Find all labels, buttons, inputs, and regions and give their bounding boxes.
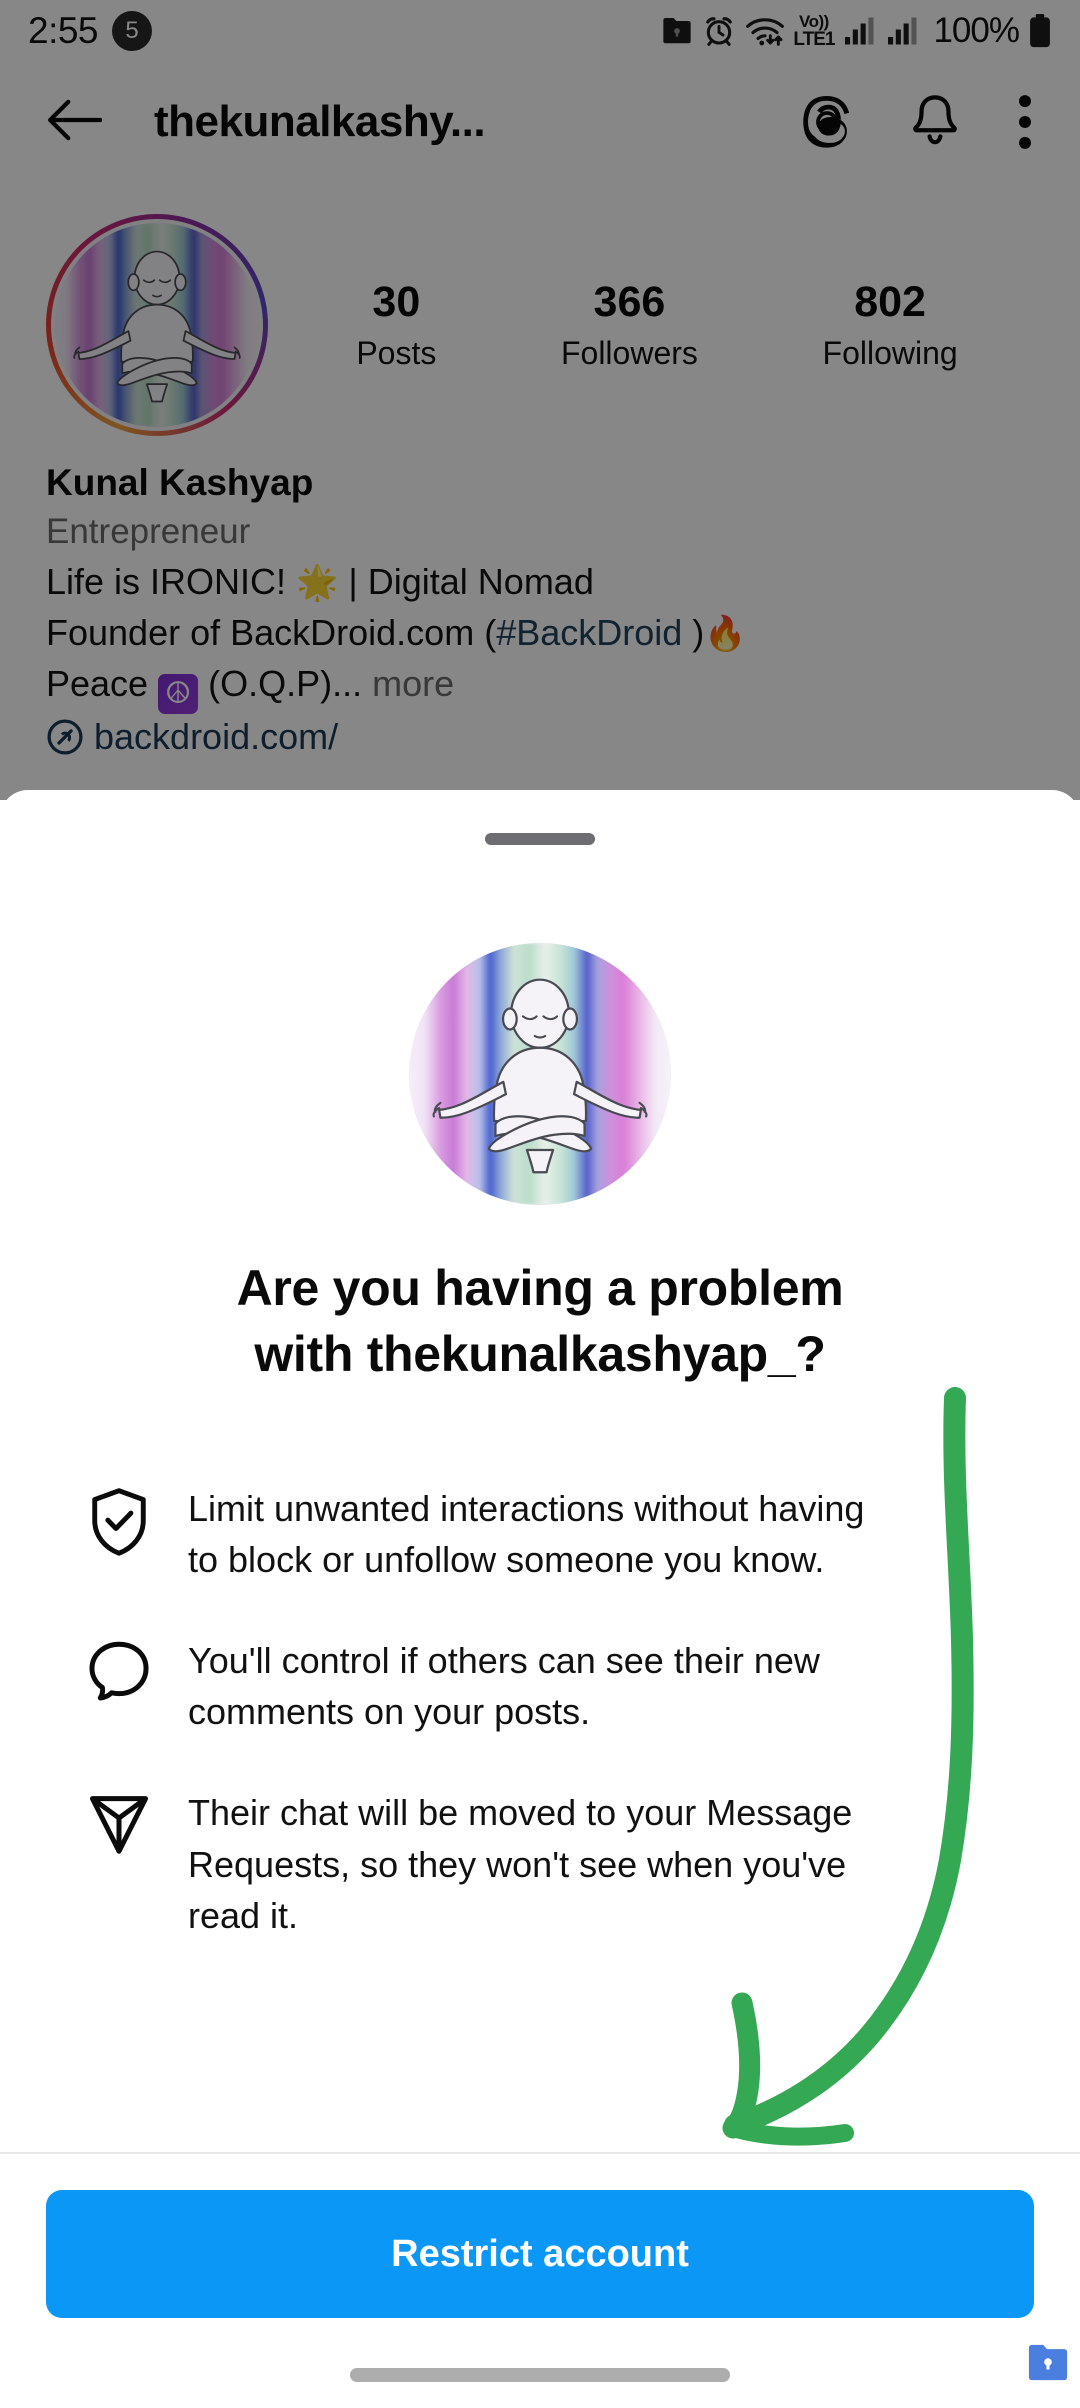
cta-container: Restrict account bbox=[0, 2190, 1080, 2318]
peace-emoji: ☮ bbox=[158, 674, 199, 715]
stat-following[interactable]: 802 Following bbox=[823, 278, 958, 372]
stat-label: Followers bbox=[560, 335, 698, 372]
feature-item-comment-control: You'll control if others can see their n… bbox=[88, 1635, 992, 1737]
back-arrow-icon[interactable] bbox=[46, 96, 103, 149]
comment-bubble-icon bbox=[88, 1635, 162, 1703]
sheet-drag-handle[interactable] bbox=[485, 833, 595, 845]
feature-text-line: comments on your posts. bbox=[188, 1691, 591, 1733]
sheet-title-line-2: with thekunalkashyap_? bbox=[254, 1326, 826, 1382]
wifi-icon bbox=[744, 15, 786, 47]
secure-folder-icon[interactable] bbox=[1024, 2342, 1072, 2389]
alarm-icon bbox=[703, 15, 735, 47]
bio-line-3: Peace ☮ (O.Q.P)... more bbox=[46, 658, 1026, 715]
threads-icon[interactable] bbox=[800, 94, 854, 150]
feature-item-limit-interactions: Limit unwanted interactions without havi… bbox=[88, 1483, 992, 1585]
feature-item-message-requests: Their chat will be moved to your Message… bbox=[88, 1787, 992, 1940]
stat-value: 30 bbox=[372, 277, 421, 326]
external-link-text: backdroid.com/ bbox=[94, 716, 339, 758]
feature-text: You'll control if others can see their n… bbox=[188, 1635, 820, 1737]
profile-avatar-with-story-ring[interactable] bbox=[46, 214, 268, 436]
stat-followers[interactable]: 366 Followers bbox=[561, 278, 698, 372]
status-bar-icons: Vo)) LTE1 100% bbox=[660, 11, 1052, 51]
battery-percent-label: 100% bbox=[933, 11, 1020, 50]
bio-hashtag-link[interactable]: #BackDroid bbox=[496, 612, 682, 653]
volte-indicator: Vo)) LTE1 bbox=[793, 12, 835, 50]
profile-summary-row: 30 Posts 366 Followers 802 Following bbox=[0, 214, 1080, 436]
profile-display-name: Kunal Kashyap bbox=[46, 462, 314, 503]
phone-screen: 2:55 5 Vo)) LTE1 100% thekunalkashy... 3… bbox=[0, 0, 1080, 2408]
stat-label: Following bbox=[822, 335, 958, 372]
sheet-divider bbox=[0, 2152, 1080, 2154]
feature-text-line: Their chat will be moved to your Message bbox=[188, 1792, 853, 1834]
gesture-nav-handle[interactable] bbox=[350, 2368, 730, 2382]
profile-category: Entrepreneur bbox=[46, 512, 251, 552]
feature-text: Limit unwanted interactions without havi… bbox=[188, 1483, 864, 1585]
notification-count-badge: 5 bbox=[112, 11, 153, 51]
profile-external-link[interactable]: backdroid.com/ bbox=[46, 716, 1026, 758]
profile-bio: Kunal Kashyap Entrepreneur Life is IRONI… bbox=[46, 460, 1026, 758]
bio-text: Peace bbox=[46, 663, 159, 705]
link-icon bbox=[46, 718, 84, 756]
bio-more-link[interactable]: more bbox=[362, 663, 454, 704]
feature-text-line: Requests, so they won't see when you've bbox=[188, 1843, 847, 1885]
bio-text: (O.Q.P)... bbox=[198, 663, 363, 705]
bio-text: Life is IRONIC! bbox=[46, 560, 297, 602]
profile-stats: 30 Posts 366 Followers 802 Following bbox=[294, 278, 1034, 372]
avatar bbox=[51, 219, 263, 431]
feature-text-line: read it. bbox=[188, 1894, 299, 1936]
feature-text-line: Limit unwanted interactions without havi… bbox=[188, 1488, 865, 1529]
restrict-account-bottom-sheet: Are you having a problem with thekunalka… bbox=[0, 790, 1080, 2408]
bio-line-1: Life is IRONIC! 🌟 | Digital Nomad bbox=[46, 556, 1026, 607]
notification-bell-icon[interactable] bbox=[910, 93, 960, 151]
bio-text: ) bbox=[682, 611, 705, 653]
app-header: thekunalkashy... bbox=[0, 62, 1080, 182]
stat-value: 366 bbox=[593, 277, 666, 326]
page-title: thekunalkashy... bbox=[154, 97, 486, 146]
secure-folder-icon bbox=[660, 16, 694, 46]
background-profile-screen: 2:55 5 Vo)) LTE1 100% thekunalkashy... 3… bbox=[0, 0, 1080, 800]
corner-marker bbox=[968, 2318, 1080, 2408]
sheet-title-line-1: Are you having a problem bbox=[236, 1260, 844, 1316]
restrict-account-button[interactable]: Restrict account bbox=[46, 2190, 1034, 2318]
sheet-title: Are you having a problem with thekunalka… bbox=[110, 1255, 970, 1387]
stat-value: 802 bbox=[854, 277, 926, 326]
feature-list: Limit unwanted interactions without havi… bbox=[0, 1483, 1080, 1941]
status-bar-clock: 2:55 bbox=[28, 10, 99, 51]
direct-message-icon bbox=[88, 1787, 162, 1855]
overflow-menu-icon[interactable] bbox=[1016, 93, 1034, 151]
status-bar: 2:55 5 Vo)) LTE1 100% bbox=[0, 0, 1080, 62]
battery-icon bbox=[1028, 14, 1052, 48]
sheet-profile-avatar bbox=[409, 943, 671, 1205]
feature-text-line: to block or unfollow someone you know. bbox=[188, 1539, 825, 1581]
bio-text: Founder of BackDroid.com ( bbox=[46, 611, 497, 653]
feature-text-line: You'll control if others can see their n… bbox=[188, 1640, 820, 1682]
stat-label: Posts bbox=[356, 335, 437, 372]
signal-bars-sim1-icon bbox=[843, 16, 877, 46]
shield-check-icon bbox=[88, 1483, 162, 1557]
fire-emoji: 🔥 bbox=[704, 614, 747, 653]
sparkle-emoji: 🌟 bbox=[296, 563, 339, 602]
bio-text: | Digital Nomad bbox=[338, 560, 594, 602]
signal-bars-sim2-icon bbox=[886, 16, 920, 46]
feature-text: Their chat will be moved to your Message… bbox=[188, 1787, 852, 1940]
bio-line-2: Founder of BackDroid.com (#BackDroid )🔥 bbox=[46, 607, 1026, 658]
stat-posts[interactable]: 30 Posts bbox=[356, 278, 436, 372]
